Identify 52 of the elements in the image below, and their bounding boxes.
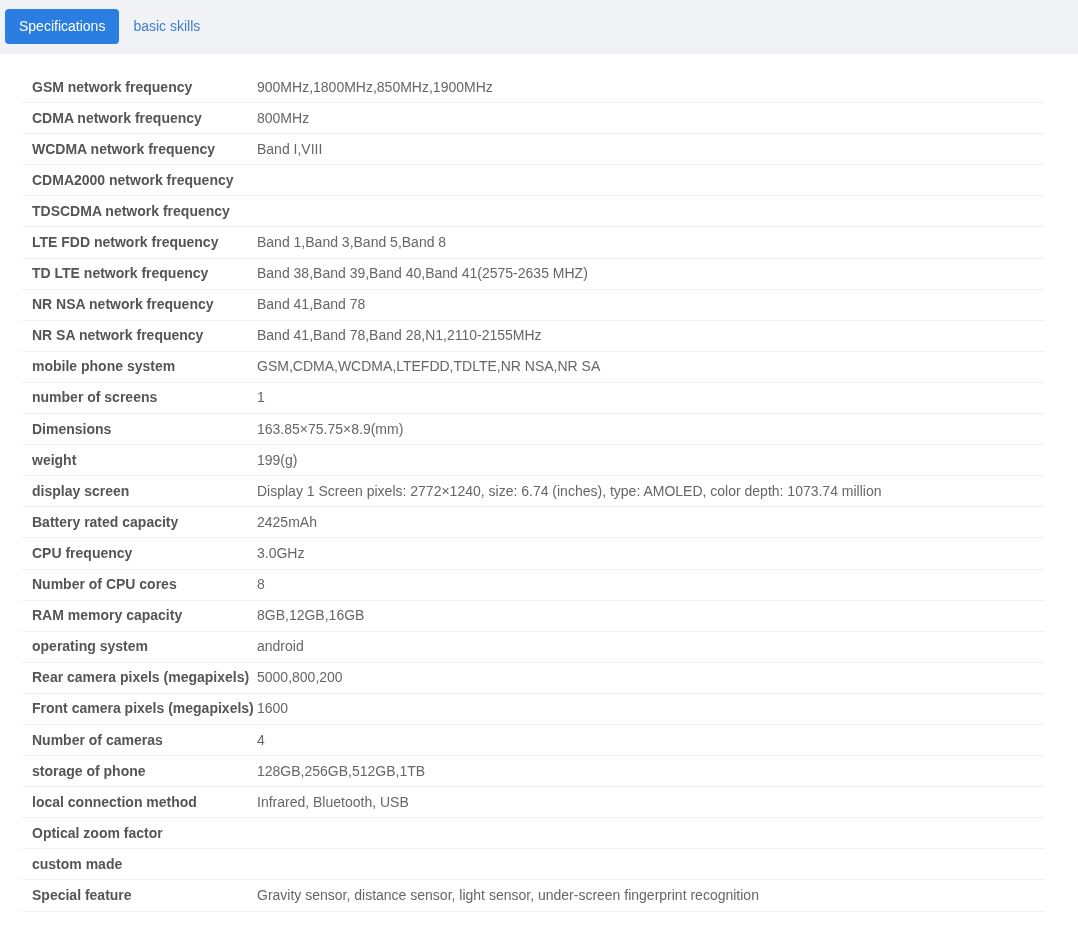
spec-value: 2425mAh: [257, 512, 317, 532]
spec-value: Infrared, Bluetooth, USB: [257, 792, 409, 812]
spec-label: WCDMA network frequency: [31, 139, 217, 159]
spec-label: Battery rated capacity: [31, 512, 180, 532]
spec-value: 8GB,12GB,16GB: [257, 606, 365, 626]
spec-label: Front camera pixels (megapixels): [31, 699, 255, 719]
spec-label: Special feature: [31, 886, 133, 905]
spec-label: TD LTE network frequency: [31, 264, 210, 284]
spec-label: Number of cameras: [31, 730, 164, 750]
spec-label: weight: [31, 450, 78, 470]
tab[interactable]: Specifications: [5, 8, 120, 44]
spec-value: 1: [257, 388, 265, 408]
spec-label: Rear camera pixels (megapixels): [31, 668, 251, 688]
tab[interactable]: basic skills: [125, 8, 209, 44]
spec-value: 163.85×75.75×8.9(mm): [257, 419, 404, 439]
spec-label: display screen: [31, 481, 131, 501]
spec-label: mobile phone system: [31, 357, 177, 377]
spec-label: NR SA network frequency: [31, 326, 205, 346]
spec-value: 800MHz: [257, 108, 310, 128]
spec-label: Dimensions: [31, 419, 113, 439]
spec-value: android: [257, 637, 304, 657]
spec-value: 8: [257, 575, 265, 595]
spec-value: 1600: [257, 699, 289, 719]
spec-label: CPU frequency: [31, 543, 134, 563]
spec-value: 199(g): [257, 450, 298, 470]
spec-value: Gravity sensor, distance sensor, light sensor, under-screen fingerprint recognition: [257, 886, 759, 905]
spec-label: operating system: [31, 637, 149, 657]
spec-value: 4: [257, 730, 265, 750]
spec-label: Optical zoom factor: [31, 823, 164, 843]
spec-value: Band 1,Band 3,Band 5,Band 8: [257, 233, 447, 252]
spec-value: Band I,VIII: [257, 139, 323, 159]
spec-value: Display 1 Screen pixels: 2772×1240, size: 6.74 (inches), type: AMOLED, color depth: 1073.74 million: [257, 481, 882, 501]
spec-value: 128GB,256GB,512GB,1TB: [257, 761, 426, 781]
spec-label: local connection method: [31, 792, 198, 812]
spec-label: custom made: [31, 854, 124, 874]
spec-value: Band 41,Band 78: [257, 295, 366, 315]
spec-value: GSM,CDMA,WCDMA,LTEFDD,TDLTE,NR NSA,NR SA: [257, 357, 601, 377]
spec-value: 3.0GHz: [257, 543, 305, 563]
spec-label: Number of CPU cores: [31, 575, 178, 595]
spec-label: LTE FDD network frequency: [31, 233, 220, 252]
spec-value: 5000,800,200: [257, 668, 343, 688]
spec-label: number of screens: [31, 388, 159, 408]
spec-label: TDSCDMA network frequency: [31, 201, 231, 221]
spec-value: Band 41,Band 78,Band 28,N1,2110-2155MHz: [257, 326, 542, 346]
spec-label: storage of phone: [31, 761, 147, 781]
spec-value: 900MHz,1800MHz,850MHz,1900MHz: [257, 77, 493, 97]
spec-value: Band 38,Band 39,Band 40,Band 41(2575-2635 MHZ): [257, 264, 588, 284]
spec-label: RAM memory capacity: [31, 606, 184, 626]
spec-label: GSM network frequency: [31, 77, 194, 97]
spec-label: CDMA network frequency: [31, 108, 203, 128]
spec-label: CDMA2000 network frequency: [31, 170, 235, 190]
spec-label: NR NSA network frequency: [31, 295, 215, 315]
